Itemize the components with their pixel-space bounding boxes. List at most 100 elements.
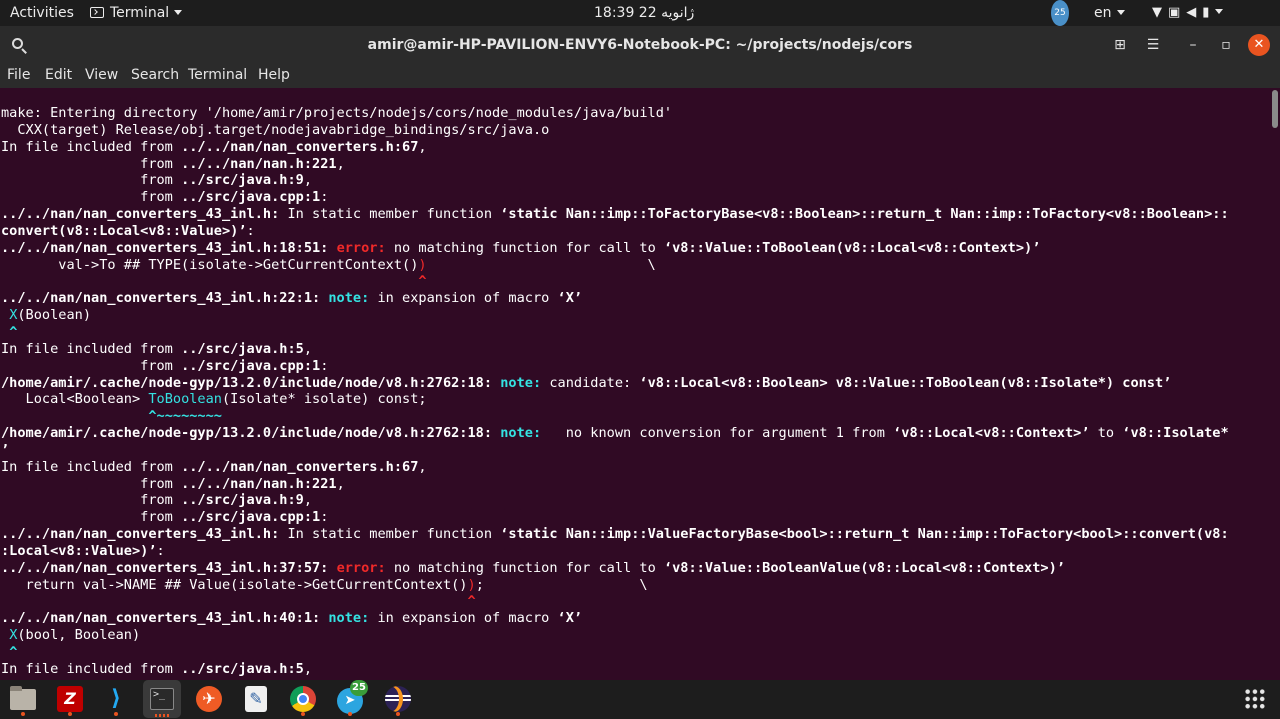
- terminal-line: ^~~~~~~~~: [1, 408, 1229, 425]
- show-applications-button[interactable]: [1244, 688, 1266, 710]
- dock-eclipse[interactable]: [382, 683, 414, 716]
- window-title: amir@amir-HP-PAVILION-ENVY6-Notebook-PC:…: [367, 37, 913, 53]
- scrollbar-thumb[interactable]: [1272, 90, 1278, 128]
- terminal-segment: Local<Boolean>: [1, 391, 149, 408]
- terminal-segment: ^: [467, 593, 476, 610]
- terminal-segment: ): [418, 256, 427, 273]
- terminal-line: from ../../nan/nan.h:221,: [1, 156, 1229, 173]
- dock-chromium[interactable]: [287, 683, 319, 716]
- tray-notification-badge[interactable]: 25: [1051, 0, 1069, 26]
- terminal-line: from ../src/java.cpp:1:: [1, 189, 1229, 206]
- dock-terminal[interactable]: >_: [143, 680, 181, 718]
- terminal-segment: [1, 307, 9, 323]
- terminal-line: In file included from ../../nan/nan_conv…: [1, 139, 1229, 156]
- terminal-segment: ’: [1, 441, 10, 458]
- dock-files[interactable]: [7, 683, 39, 716]
- terminal-segment: /home/amir/.cache/node-gyp/13.2.0/includ…: [1, 425, 493, 442]
- dock-postman[interactable]: ✈: [193, 683, 225, 715]
- running-indicator: [396, 712, 400, 716]
- maximize-button[interactable]: ▫: [1216, 35, 1236, 55]
- app-menu-terminal[interactable]: Terminal: [90, 0, 183, 26]
- activities-button[interactable]: Activities: [10, 0, 74, 26]
- close-icon: ✕: [1253, 37, 1265, 52]
- hamburger-icon: ☰: [1146, 37, 1160, 53]
- terminal-segment: ../src/java.cpp:1: [181, 189, 321, 206]
- terminal-line: ^: [1, 324, 1229, 341]
- search-icon-handle: [21, 48, 27, 54]
- terminal-segment: ../../nan/nan_converters_43_inl.h:: [1, 206, 280, 223]
- close-button[interactable]: ✕: [1248, 34, 1270, 56]
- dock-vscode[interactable]: ⟩: [100, 683, 132, 716]
- vscode-icon: ⟩: [110, 686, 122, 711]
- postman-icon: ✈: [196, 686, 222, 712]
- terminal-segment: In file included from: [1, 660, 182, 677]
- menu-bar: File Edit View Search Terminal Help: [0, 64, 1280, 88]
- terminal-segment: ‘X’: [557, 610, 583, 627]
- terminal-segment: ../src/java.h:5: [181, 340, 304, 357]
- terminal-segment: :: [320, 189, 329, 206]
- terminal-line: ../../nan/nan_converters_43_inl.h:18:51:…: [1, 240, 1229, 257]
- running-indicator: [21, 712, 25, 716]
- terminal-output[interactable]: make: Entering directory '/home/amir/pro…: [0, 88, 1270, 680]
- terminal-segment: ^: [9, 644, 18, 660]
- terminal-segment: from: [1, 155, 182, 172]
- dock: Z ⟩ >_ ✈ ✎ ➤ 25: [0, 680, 1280, 719]
- menu-search[interactable]: Search: [131, 67, 179, 83]
- telegram-unread-badge: 25: [350, 680, 368, 696]
- terminal-lines: make: Entering directory '/home/amir/pro…: [1, 105, 1229, 678]
- new-tab-button[interactable]: ⊞: [1110, 35, 1130, 55]
- terminal-segment: ../../nan/nan_converters.h:67: [181, 458, 419, 475]
- terminal-segment: ToBoolean: [148, 391, 222, 408]
- terminal-segment: [1, 324, 9, 340]
- terminal-line: from ../../nan/nan.h:221,: [1, 476, 1229, 493]
- terminal-segment: (bool, Boolean): [17, 627, 141, 644]
- terminal-segment: ../../nan/nan_converters_43_inl.h:: [1, 526, 280, 543]
- battery-icon: ▮: [1202, 5, 1216, 20]
- minimize-button[interactable]: –: [1183, 35, 1203, 55]
- terminal-line: convert(v8::Local<v8::Value>)’:: [1, 223, 1229, 240]
- menu-file[interactable]: File: [7, 67, 30, 83]
- language-selector[interactable]: en: [1094, 0, 1125, 26]
- hamburger-menu-button[interactable]: ☰: [1143, 35, 1163, 55]
- menu-help[interactable]: Help: [258, 67, 290, 83]
- terminal-line: ^: [1, 273, 1229, 290]
- system-tray[interactable]: ▼▣◀▮: [1152, 0, 1224, 26]
- terminal-line: /home/amir/.cache/node-gyp/13.2.0/includ…: [1, 375, 1229, 392]
- search-button[interactable]: [8, 34, 30, 56]
- dock-filezilla[interactable]: Z: [54, 683, 86, 716]
- terminal-segment: from: [1, 357, 182, 374]
- chromium-icon: [290, 686, 316, 712]
- terminal-line: In file included from ../../nan/nan_conv…: [1, 459, 1229, 476]
- terminal-segment: (Isolate* isolate) const;: [222, 391, 427, 408]
- menu-edit[interactable]: Edit: [45, 67, 72, 83]
- terminal-segment: from: [1, 492, 182, 509]
- terminal-icon: [90, 7, 104, 18]
- menu-view[interactable]: View: [85, 67, 118, 83]
- terminal-scrollbar[interactable]: [1270, 88, 1280, 680]
- terminal-line: In file included from ../src/java.h:5,: [1, 341, 1229, 358]
- dock-text-editor[interactable]: ✎: [240, 683, 272, 715]
- terminal-segment: [1, 408, 148, 424]
- terminal-segment: from: [1, 189, 182, 206]
- terminal-line: from ../src/java.cpp:1:: [1, 358, 1229, 375]
- terminal-segment: ,: [418, 138, 427, 155]
- terminal-segment: note:: [500, 425, 542, 442]
- terminal-segment: ../../nan/nan_converters_43_inl.h:40:1:: [1, 610, 321, 627]
- terminal-line: from ../src/java.cpp:1:: [1, 509, 1229, 526]
- system-top-bar: Activities Terminal 18:39 22 ژانویه 25 e…: [0, 0, 1280, 26]
- terminal-segment: /home/amir/.cache/node-gyp/13.2.0/includ…: [1, 374, 493, 391]
- eclipse-icon: [385, 686, 411, 712]
- terminal-line: ’: [1, 442, 1229, 459]
- dock-telegram[interactable]: ➤ 25: [334, 680, 368, 716]
- new-tab-icon: ⊞: [1114, 37, 1126, 53]
- menu-terminal[interactable]: Terminal: [188, 67, 247, 83]
- terminal-segment: (Boolean): [17, 307, 92, 324]
- terminal-segment: return val->NAME ## Value(isolate->GetCu…: [1, 576, 468, 593]
- clock[interactable]: 18:39 22 ژانویه: [594, 0, 694, 26]
- terminal-icon: >_: [150, 688, 174, 710]
- terminal-segment: :: [320, 509, 329, 526]
- terminal-segment: val->To ## TYPE(isolate->GetCurrentConte…: [1, 256, 419, 273]
- terminal-segment: ^~~~~~~~~: [148, 408, 222, 425]
- terminal-segment: ../src/java.h:9: [181, 172, 304, 189]
- terminal-segment: ../../nan/nan.h:221: [181, 155, 337, 172]
